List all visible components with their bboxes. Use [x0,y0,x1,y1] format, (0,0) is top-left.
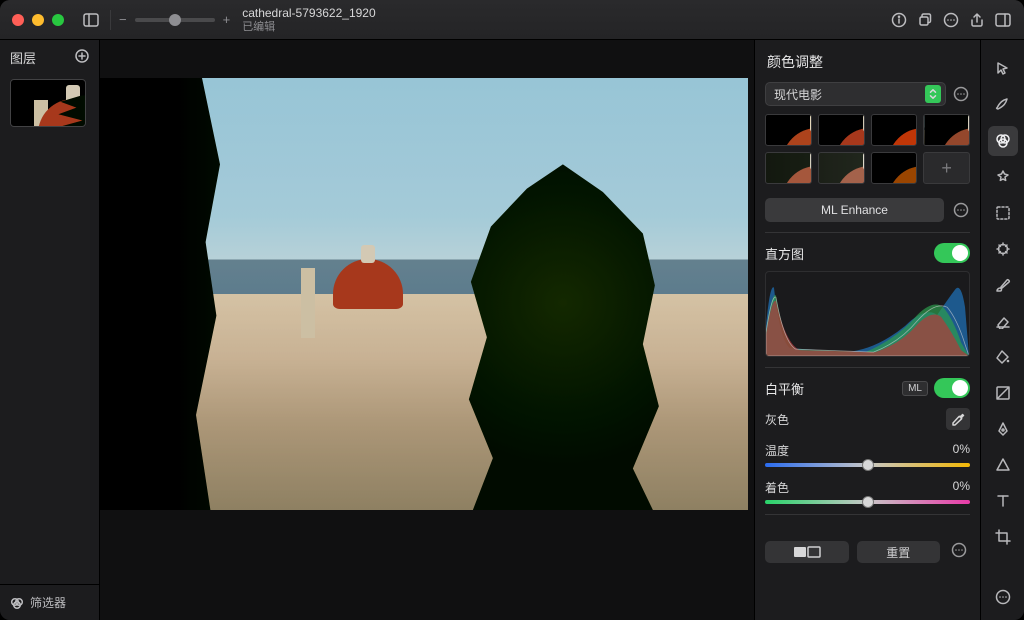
color-adjust-tool[interactable] [988,126,1018,156]
document-title: cathedral-5793622_1920 已编辑 [242,6,375,34]
zoom-slider[interactable] [135,18,215,22]
tint-slider[interactable]: 着色0% [765,479,970,504]
preset-selected-label: 现代电影 [774,86,822,103]
white-balance-label: 白平衡 [765,379,804,398]
reset-button[interactable]: 重置 [857,541,941,563]
temperature-slider[interactable]: 温度0% [765,442,970,467]
preset-thumbnails: + [765,114,970,184]
paint-tool[interactable] [988,270,1018,300]
panel-title: 颜色调整 [767,52,970,72]
tool-sidebar [980,40,1024,620]
filter-icon [10,596,24,610]
pen-tool[interactable] [988,414,1018,444]
text-tool[interactable] [988,486,1018,516]
white-balance-toggle[interactable] [934,378,970,398]
ml-options-button[interactable] [952,201,970,219]
fill-tool[interactable] [988,342,1018,372]
preset-options-button[interactable] [952,85,970,103]
pointer-tool[interactable] [988,54,1018,84]
repair-tool[interactable] [988,234,1018,264]
share-button[interactable] [964,7,990,33]
fullscreen-window[interactable] [52,14,64,26]
preset-thumb[interactable] [871,152,918,184]
toggle-sidebar-button[interactable] [78,7,104,33]
histogram [765,271,970,357]
crop-tool[interactable] [988,522,1018,552]
eyedropper-button[interactable] [946,408,970,430]
titlebar: − + cathedral-5793622_1920 已编辑 [0,0,1024,40]
toggle-right-panel-button[interactable] [990,7,1016,33]
marquee-tool[interactable] [988,198,1018,228]
layer-thumbnail[interactable] [10,79,86,127]
zoom-in-button[interactable]: + [221,12,233,27]
histogram-toggle[interactable] [934,243,970,263]
image-preview [100,78,748,510]
preset-thumb[interactable] [871,114,918,146]
preset-thumb[interactable] [765,152,812,184]
preset-select[interactable]: 现代电影 [765,82,946,106]
preset-thumb[interactable] [818,114,865,146]
filter-label[interactable]: 筛选器 [30,594,66,611]
close-window[interactable] [12,14,24,26]
preset-thumb[interactable] [818,152,865,184]
color-adjustments-panel: 颜色调整 现代电影 [754,40,980,620]
style-tool[interactable] [988,90,1018,120]
info-button[interactable] [886,7,912,33]
shape-tool[interactable] [988,450,1018,480]
canvas[interactable] [100,40,754,620]
more-menu-button[interactable] [938,7,964,33]
preset-stepper-icon [925,85,941,103]
layers-title: 图层 [10,48,36,67]
edited-label: 已编辑 [242,20,375,34]
grey-label: 灰色 [765,411,789,428]
window-controls [12,14,64,26]
preset-thumb[interactable] [923,114,970,146]
zoom-out-button[interactable]: − [117,12,129,27]
preset-thumb[interactable] [765,114,812,146]
tools-more-button[interactable] [988,582,1018,612]
add-layer-button[interactable] [75,49,89,66]
app-window: − + cathedral-5793622_1920 已编辑 图层 [0,0,1024,620]
gradient-tool[interactable] [988,378,1018,408]
add-preset-button[interactable]: + [923,152,970,184]
filename-text: cathedral-5793622_1920 [242,6,375,20]
histogram-label: 直方图 [765,244,804,263]
erase-tool[interactable] [988,306,1018,336]
layers-footer: 筛选器 [0,584,99,620]
effects-tool[interactable] [988,162,1018,192]
separator [110,10,111,30]
layers-panel: 图层 筛选器 [0,40,100,620]
ml-chip[interactable]: ML [902,381,928,396]
minimize-window[interactable] [32,14,44,26]
duplicate-button[interactable] [912,7,938,33]
split-compare-button[interactable] [765,541,849,563]
ml-enhance-button[interactable]: ML Enhance [765,198,944,222]
panel-more-button[interactable] [948,541,970,559]
